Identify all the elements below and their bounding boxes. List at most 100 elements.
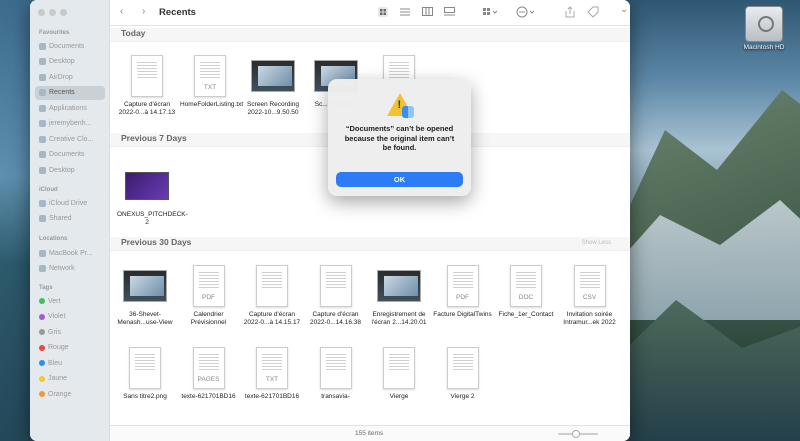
sidebar-item-label: Jaune bbox=[48, 375, 68, 382]
file-name: Calendrier Prévisionnel bbox=[190, 311, 227, 326]
sidebar-item[interactable]: Vert bbox=[35, 294, 105, 308]
sidebar-item[interactable]: Desktop bbox=[35, 55, 105, 69]
file-type-badge: DOC bbox=[518, 294, 534, 301]
file-thumbnail-icon bbox=[251, 54, 295, 98]
item-count: 155 items bbox=[355, 430, 384, 437]
sidebar-item[interactable]: Orange bbox=[35, 387, 105, 401]
sidebar-item[interactable]: Documents bbox=[35, 39, 105, 53]
sidebar-item[interactable]: MacBook Pr... bbox=[35, 246, 105, 260]
list-view-icon[interactable] bbox=[400, 8, 410, 16]
file-item[interactable]: PDF Calendrier Prévisionnel bbox=[179, 264, 239, 327]
sidebar-item[interactable]: iCloud Drive bbox=[35, 196, 105, 210]
status-bar: 155 items bbox=[110, 425, 630, 441]
sidebar-item[interactable]: Shared bbox=[35, 212, 105, 226]
wallpaper-hills bbox=[610, 300, 800, 441]
folder-icon bbox=[39, 265, 46, 272]
file-item[interactable]: 36-Shevet-Menash...use-View bbox=[115, 264, 175, 327]
sidebar-item-label: jeremybenh... bbox=[49, 120, 92, 127]
show-less-button[interactable]: Show Less bbox=[582, 240, 611, 246]
sidebar-item[interactable]: Jaune bbox=[35, 372, 105, 386]
zoom-button[interactable] bbox=[60, 9, 67, 16]
sidebar-item[interactable]: Desktop bbox=[35, 163, 105, 177]
text-lines bbox=[135, 354, 155, 372]
file-item[interactable]: Capture d'écran 2022-0...à 14.15.17 bbox=[242, 264, 302, 327]
file-item[interactable]: TXT HomeFolderListing.txt bbox=[180, 54, 243, 109]
document-preview: PDF bbox=[192, 265, 225, 307]
sidebar-item-label: Bleu bbox=[48, 359, 63, 367]
file-item[interactable]: TXT texte-621701BD16 bbox=[242, 346, 302, 401]
file-item[interactable]: transavia- bbox=[306, 346, 366, 401]
file-type-badge: CSV bbox=[582, 294, 597, 301]
slider-knob[interactable] bbox=[572, 430, 580, 438]
file-item[interactable]: PDF Facture DigitalTwins bbox=[433, 264, 493, 319]
file-thumbnail-icon: CSV bbox=[568, 264, 612, 308]
file-thumbnail-icon bbox=[125, 164, 169, 208]
sidebar-item[interactable]: jeremybenh... bbox=[35, 117, 105, 131]
sidebar-item-label: Vert bbox=[48, 297, 61, 305]
file-name: Capture d'écran 2022-0...à 14.17.13 bbox=[118, 101, 176, 116]
file-item[interactable]: Enregistrement de l'écran 2...14.20.01 bbox=[369, 264, 429, 327]
file-item[interactable]: Vierge bbox=[369, 346, 429, 401]
sidebar-item[interactable]: Violet bbox=[35, 310, 105, 324]
file-item[interactable]: DOC Fiche_1er_Contact bbox=[496, 264, 556, 319]
group-by-icon[interactable] bbox=[483, 7, 499, 17]
icon-view-icon[interactable] bbox=[378, 7, 388, 17]
file-thumbnail-icon bbox=[125, 54, 169, 98]
file-name: Screen Recording 2022-10...9.50.50 bbox=[246, 101, 300, 116]
forward-button[interactable]: › bbox=[142, 6, 145, 17]
sidebar-item[interactable]: Network bbox=[35, 262, 105, 276]
document-preview bbox=[383, 347, 415, 389]
file-item[interactable]: Capture d'écran 2022-0...14.16.38 bbox=[306, 264, 366, 327]
sidebar-item[interactable]: Creative Clo... bbox=[35, 132, 105, 146]
sidebar-item[interactable]: Rouge bbox=[35, 341, 105, 355]
sidebar-item-label: Gris bbox=[48, 328, 61, 336]
section-title: Previous 7 Days bbox=[121, 133, 187, 143]
sidebar-item[interactable]: Bleu bbox=[35, 356, 105, 370]
sidebar-item[interactable]: Documents bbox=[35, 148, 105, 162]
finder-app-icon bbox=[402, 106, 414, 118]
file-name: Capture d'écran 2022-0...14.16.38 bbox=[310, 311, 361, 326]
minimize-button[interactable] bbox=[49, 9, 56, 16]
sidebar-item-label: Orange bbox=[48, 390, 72, 398]
document-preview bbox=[319, 347, 352, 389]
sidebar-item[interactable]: Gris bbox=[35, 325, 105, 339]
sidebar-item[interactable]: Recents bbox=[35, 85, 105, 100]
text-lines bbox=[325, 272, 346, 290]
share-icon[interactable] bbox=[565, 6, 575, 18]
file-item[interactable]: Sans titre2.png bbox=[115, 346, 175, 401]
file-item[interactable]: Screen Recording 2022-10...9.50.50 bbox=[243, 54, 303, 117]
file-item[interactable]: CSV Invitation soirée Intramur...ek 2022 bbox=[560, 264, 620, 327]
sidebar-item[interactable]: Applications bbox=[35, 101, 105, 115]
file-name: transavia- bbox=[321, 393, 350, 400]
text-lines bbox=[262, 354, 282, 372]
document-preview bbox=[131, 55, 163, 97]
ok-button[interactable]: OK bbox=[336, 172, 463, 187]
file-thumbnail-icon bbox=[123, 346, 167, 390]
error-alert-dialog: ! “Documents” can’t be opened because th… bbox=[328, 79, 471, 196]
tag-color-icon bbox=[39, 360, 45, 366]
tag-color-icon bbox=[39, 313, 45, 320]
tag-icon[interactable] bbox=[587, 6, 599, 18]
chevron-down-icon[interactable]: ⌄ bbox=[620, 4, 628, 15]
close-button[interactable] bbox=[38, 9, 45, 16]
gallery-view-icon[interactable] bbox=[444, 7, 455, 16]
file-thumbnail-icon bbox=[377, 264, 421, 308]
column-view-icon[interactable] bbox=[422, 7, 433, 16]
file-item[interactable]: ONEXUS_PITCHDECK-2 bbox=[117, 164, 188, 227]
alert-message: “Documents” can’t be opened because the … bbox=[344, 124, 455, 152]
screenshot-preview bbox=[123, 270, 167, 302]
sidebar: Favourites Documents Desktop AirDrop Recents… bbox=[30, 0, 110, 441]
document-preview bbox=[256, 265, 288, 307]
sidebar-item[interactable]: AirDrop bbox=[35, 70, 105, 84]
document-preview: CSV bbox=[573, 265, 606, 307]
more-actions-icon[interactable] bbox=[516, 6, 536, 18]
file-item[interactable]: PAGES texte-621701BD16 bbox=[179, 346, 239, 401]
file-name: Vierge 2 bbox=[450, 393, 475, 400]
back-button[interactable]: ‹ bbox=[120, 6, 123, 17]
file-item[interactable]: Vierge 2 bbox=[433, 346, 493, 401]
macintosh-hd-disk[interactable]: Macintosh HD bbox=[736, 6, 792, 51]
icon-size-slider[interactable] bbox=[558, 430, 598, 438]
file-item[interactable]: Capture d'écran 2022-0...à 14.17.13 bbox=[117, 54, 177, 117]
file-thumbnail-icon bbox=[377, 346, 421, 390]
sidebar-item-label: Shared bbox=[49, 215, 72, 222]
